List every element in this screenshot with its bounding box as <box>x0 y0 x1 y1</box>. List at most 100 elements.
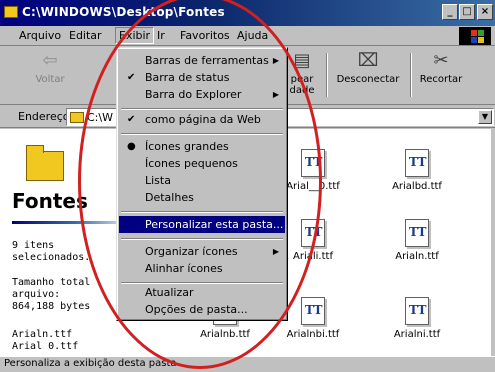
status-bar: Personaliza a exibição desta pasta. <box>0 356 495 372</box>
menu-item-label: Personalizar esta pasta... <box>145 218 284 231</box>
truetype-font-icon: TT <box>405 297 429 325</box>
selected-label: selecionados. <box>12 252 91 263</box>
back-arrow-icon: ⇦ <box>42 50 58 71</box>
total-size-label-2: arquivo: <box>12 289 61 300</box>
submenu-arrow-icon: ▶ <box>272 247 279 256</box>
toolbar-separator <box>326 53 328 97</box>
menu-item-folder-options[interactable]: Opções de pasta... <box>119 301 285 318</box>
clipboard-icon: ▤ <box>293 50 311 71</box>
paste-shortcut-button[interactable]: ▤ pear dade <box>282 50 322 97</box>
title-bar: C:\WINDOWS\Desktop\Fontes _ □ × <box>0 0 495 26</box>
truetype-font-icon: TT <box>301 219 325 247</box>
menu-item-status-bar[interactable]: ✔ Barra de status <box>119 69 285 86</box>
menu-bar: Arquivo Editar Exibir Ir Favoritos Ajuda <box>0 26 495 46</box>
menu-arquivo[interactable]: Arquivo <box>19 29 61 42</box>
menu-separator <box>121 211 283 213</box>
truetype-font-icon: TT <box>301 297 325 325</box>
menu-item-toolbars[interactable]: Barras de ferramentas ▶ <box>119 52 285 69</box>
menu-item-label: como página da Web <box>145 113 261 126</box>
disconnect-label: Desconectar <box>336 74 400 85</box>
check-icon: ✔ <box>127 114 136 125</box>
vertical-scrollbar[interactable] <box>491 129 495 356</box>
menu-item-large-icons[interactable]: ● Ícones grandes <box>119 138 285 155</box>
menu-item-label: Opções de pasta... <box>145 303 248 316</box>
disconnect-icon: ⌧ <box>357 50 379 71</box>
menu-item-label: Barra do Explorer <box>145 88 242 101</box>
maximize-button[interactable]: □ <box>459 4 475 20</box>
scissors-icon: ✂ <box>433 50 449 71</box>
paste-shortcut-label-1: pear <box>290 74 314 85</box>
file-name: Arialnb.ttf <box>200 329 250 340</box>
file-name: Arialn.ttf <box>395 251 439 262</box>
status-text: Personaliza a exibição desta pasta. <box>4 358 180 369</box>
menu-item-label: Ícones grandes <box>145 140 229 153</box>
large-folder-icon <box>26 145 64 181</box>
truetype-font-icon: TT <box>405 219 429 247</box>
file-item[interactable]: TT Arial__0.ttf <box>278 149 348 192</box>
minimize-button[interactable]: _ <box>442 4 458 20</box>
menu-ajuda[interactable]: Ajuda <box>237 29 268 42</box>
menu-item-explorer-bar[interactable]: Barra do Explorer ▶ <box>119 86 285 103</box>
file-name: Ariali.ttf <box>293 251 333 262</box>
truetype-font-icon: TT <box>405 149 429 177</box>
menu-separator <box>121 133 283 135</box>
submenu-arrow-icon: ▶ <box>272 56 279 65</box>
menu-item-line-up-icons[interactable]: Alinhar ícones <box>119 260 285 277</box>
menu-item-label: Organizar ícones <box>145 245 238 258</box>
address-label: Endereço <box>18 110 70 123</box>
file-item[interactable]: TT Arialbd.ttf <box>382 149 452 192</box>
menu-item-details[interactable]: Detalhes <box>119 189 285 206</box>
check-icon: ✔ <box>127 72 136 83</box>
back-button[interactable]: ⇦ Voltar <box>30 50 70 86</box>
paste-shortcut-label-2: dade <box>289 85 315 96</box>
file-item[interactable]: TT Arialni.ttf <box>382 297 452 340</box>
total-size-label: Tamanho total <box>12 277 91 288</box>
menu-item-customize-folder[interactable]: Personalizar esta pasta... <box>119 216 285 233</box>
menu-item-label: Barra de status <box>145 71 230 84</box>
menu-item-label: Barras de ferramentas <box>145 54 269 67</box>
cut-label: Recortar <box>419 74 463 85</box>
menu-item-label: Alinhar ícones <box>145 262 223 275</box>
folder-icon <box>70 112 84 123</box>
menu-exibir[interactable]: Exibir <box>115 27 155 44</box>
file-name: Arialbd.ttf <box>392 181 442 192</box>
cut-button[interactable]: ✂ Recortar <box>415 50 467 86</box>
menu-item-label: Lista <box>145 174 171 187</box>
window-title: C:\WINDOWS\Desktop\Fontes <box>22 5 225 19</box>
folder-title: Fontes <box>12 189 88 213</box>
folder-icon <box>4 6 18 18</box>
menu-item-arrange-icons[interactable]: Organizar ícones ▶ <box>119 243 285 260</box>
total-size-value: 864,188 bytes <box>12 301 91 312</box>
address-value: C:\W <box>87 111 113 124</box>
menu-item-label: Detalhes <box>145 191 194 204</box>
toolbar-separator <box>410 53 412 97</box>
menu-favoritos[interactable]: Favoritos <box>180 29 230 42</box>
view-menu-dropdown: Barras de ferramentas ▶ ✔ Barra de statu… <box>116 47 288 321</box>
chevron-down-icon[interactable]: ▼ <box>478 110 492 124</box>
menu-item-small-icons[interactable]: Ícones pequenos <box>119 155 285 172</box>
close-button[interactable]: × <box>477 4 493 20</box>
menu-item-refresh[interactable]: Atualizar <box>119 284 285 301</box>
file-name: Arialnbi.ttf <box>286 329 340 340</box>
disconnect-button[interactable]: ⌧ Desconectar <box>332 50 404 86</box>
file-item[interactable]: TT Arialn.ttf <box>382 219 452 262</box>
file-name: Arial__0.ttf <box>286 181 340 192</box>
menu-editar[interactable]: Editar <box>69 29 102 42</box>
file-item[interactable]: TT Ariali.ttf <box>278 219 348 262</box>
file-item[interactable]: TT Arialnbi.ttf <box>278 297 348 340</box>
selected-file-1: Arialn.ttf <box>12 329 73 340</box>
menu-ir[interactable]: Ir <box>157 29 165 42</box>
submenu-arrow-icon: ▶ <box>272 90 279 99</box>
menu-item-as-web-page[interactable]: ✔ como página da Web <box>119 111 285 128</box>
truetype-font-icon: TT <box>301 149 325 177</box>
back-label: Voltar <box>35 74 65 85</box>
selected-count: 9 itens <box>12 240 55 251</box>
file-name: Arialni.ttf <box>393 329 441 340</box>
menu-separator <box>121 108 283 110</box>
windows-logo-icon <box>459 27 491 45</box>
menu-item-label: Ícones pequenos <box>145 157 238 170</box>
selected-file-2: Arial 0.ttf <box>12 341 79 352</box>
menu-item-label: Atualizar <box>145 286 194 299</box>
menu-separator <box>121 238 283 240</box>
menu-item-list[interactable]: Lista <box>119 172 285 189</box>
